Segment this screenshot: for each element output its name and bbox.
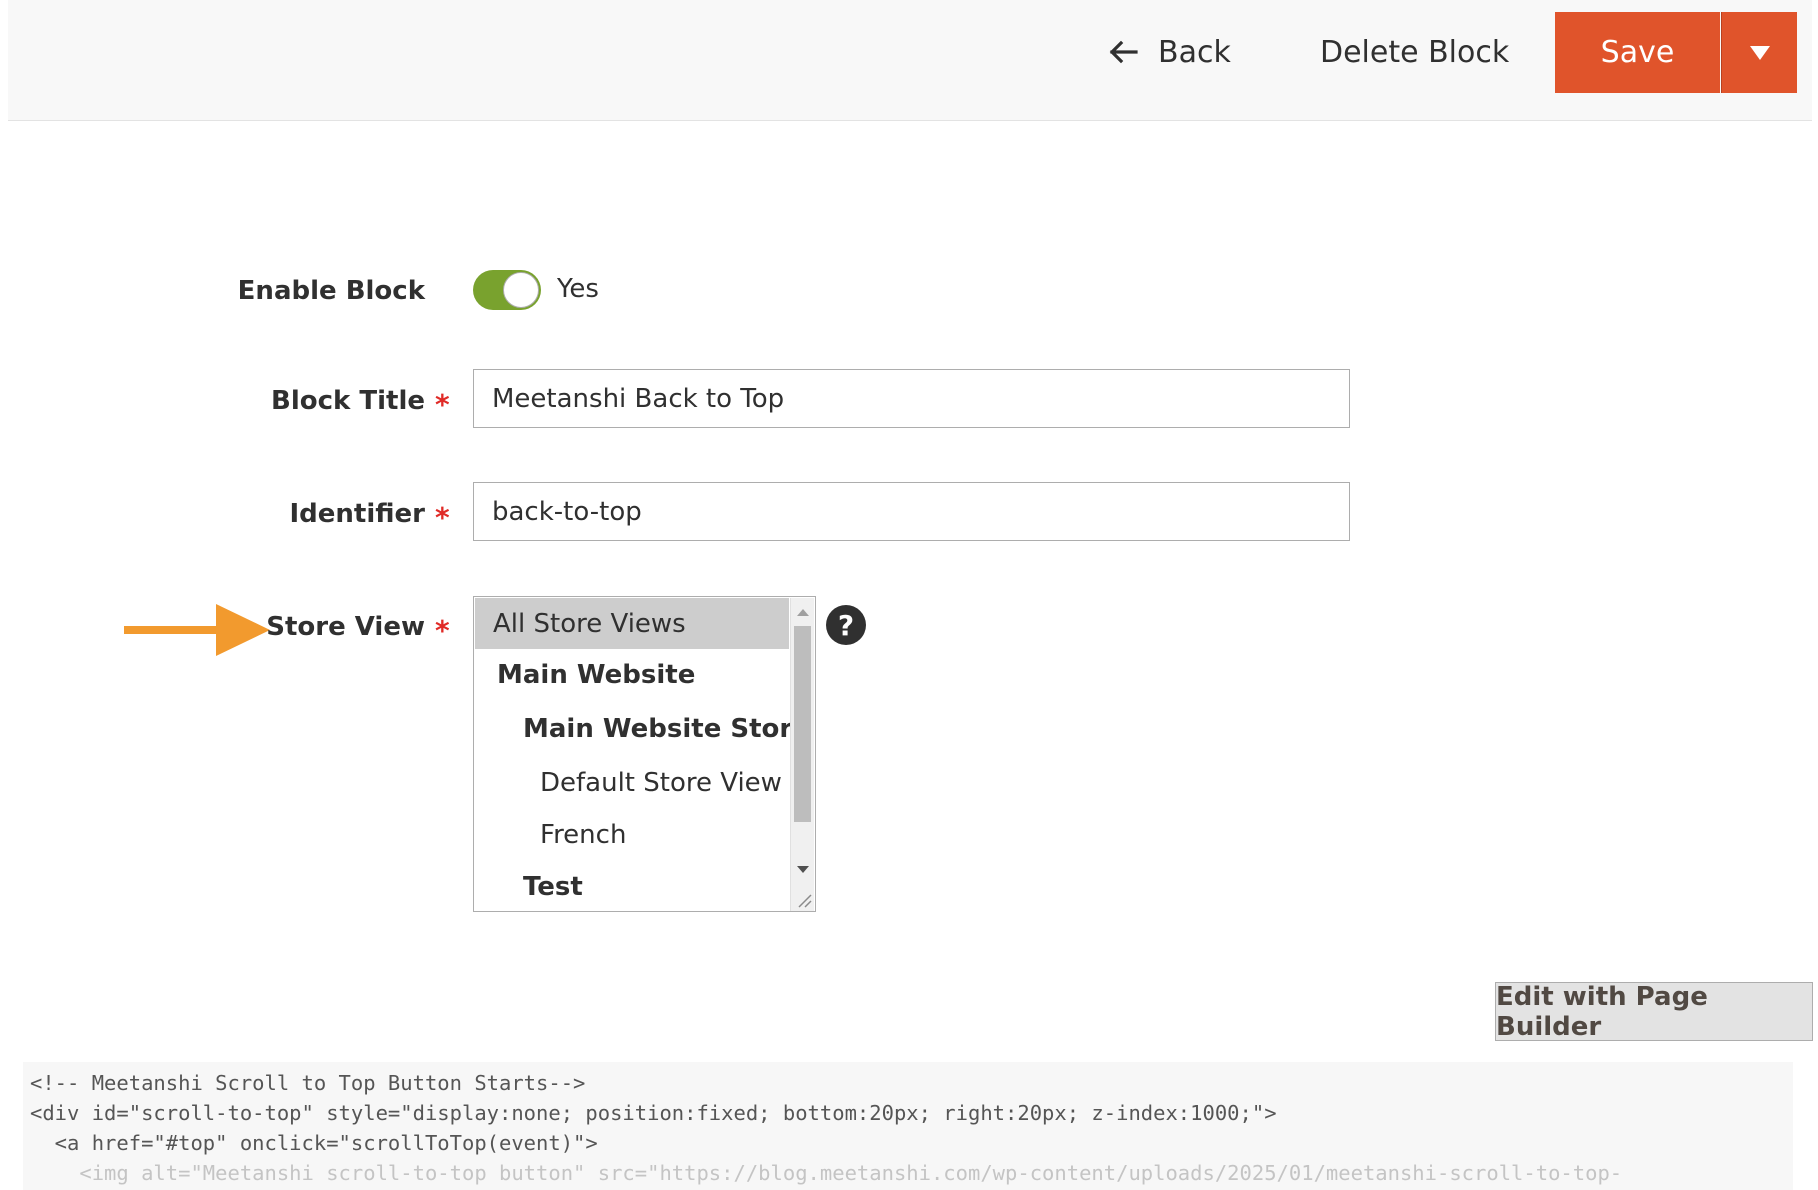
store-view-multiselect[interactable]: All Store Views Main Website Main Websit… — [473, 596, 816, 912]
store-view-option[interactable]: Main Website Store — [475, 703, 810, 754]
delete-block-label: Delete Block — [1320, 34, 1510, 70]
code-line: <div id="scroll-to-top" style="display:n… — [30, 1101, 1277, 1125]
toggle-knob — [503, 272, 539, 308]
enable-block-value: Yes — [557, 274, 599, 304]
block-title-input[interactable] — [473, 369, 1350, 428]
scroll-down-icon[interactable] — [797, 866, 809, 873]
scroll-up-icon[interactable] — [797, 609, 809, 616]
block-title-label: Block Title — [271, 386, 425, 416]
code-line: <a href="#top" onclick="scrollToTop(even… — [30, 1131, 598, 1155]
triangle-down-icon — [1749, 45, 1770, 60]
enable-block-label: Enable Block — [237, 276, 425, 306]
back-label: Back — [1158, 34, 1231, 70]
save-options-toggle[interactable] — [1721, 12, 1797, 93]
back-button[interactable]: Back — [1108, 26, 1231, 78]
question-circle-icon[interactable]: ? — [826, 605, 866, 645]
required-asterisk: * — [435, 614, 450, 647]
identifier-label: Identifier — [289, 499, 426, 529]
required-asterisk: * — [435, 388, 450, 421]
store-view-option[interactable]: Default Store View — [475, 757, 789, 808]
store-view-option[interactable]: French — [475, 809, 789, 860]
store-view-option[interactable]: Test — [475, 861, 789, 911]
content-code-editor[interactable]: <!-- Meetanshi Scroll to Top Button Star… — [23, 1062, 1793, 1190]
code-line: <!-- Meetanshi Scroll to Top Button Star… — [30, 1071, 586, 1095]
code-line: <img alt="Meetanshi scroll-to-top button… — [30, 1161, 1623, 1185]
enable-block-toggle[interactable] — [473, 270, 541, 310]
multiselect-scrollbar[interactable] — [790, 598, 814, 911]
delete-block-button[interactable]: Delete Block — [1320, 26, 1509, 78]
identifier-input[interactable] — [473, 482, 1350, 541]
store-view-option[interactable]: Main Website — [475, 649, 789, 700]
arrow-left-icon — [1109, 40, 1138, 64]
save-button[interactable]: Save — [1555, 12, 1720, 93]
store-view-label: Store View — [266, 612, 425, 642]
required-asterisk: * — [435, 501, 450, 534]
page-actions-bar: Back Delete Block Save — [8, 0, 1812, 121]
save-label: Save — [1600, 35, 1675, 70]
page-builder-label: Edit with Page Builder — [1496, 981, 1708, 1042]
edit-with-page-builder-button[interactable]: Edit with Page Builder — [1495, 981, 1813, 1042]
store-view-option[interactable]: All Store Views — [475, 598, 789, 649]
scrollbar-thumb[interactable] — [794, 626, 811, 822]
resize-grip-icon[interactable] — [793, 885, 813, 909]
